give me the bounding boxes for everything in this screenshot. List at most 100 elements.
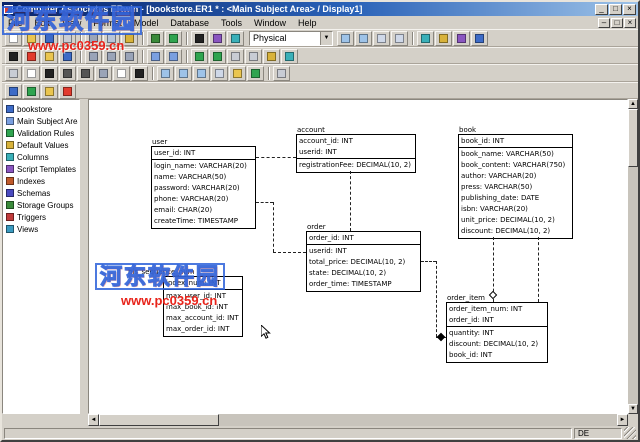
menu-edit[interactable]: Edit (29, 18, 57, 28)
tree-item-default-values[interactable]: Default Values (4, 139, 78, 151)
relationship-line-order_item-book[interactable] (538, 237, 539, 302)
scroll-down-icon[interactable]: ▼ (628, 404, 638, 414)
chevron-down-icon[interactable]: ▼ (320, 32, 332, 45)
entity-tool-button[interactable] (23, 66, 40, 81)
menu-model[interactable]: Model (128, 18, 165, 28)
tree-item-triggers[interactable]: Triggers (4, 211, 78, 223)
mdi-close-button[interactable]: × (624, 18, 636, 28)
mdi-minimize-button[interactable]: – (598, 18, 610, 28)
menu-database[interactable]: Database (164, 18, 215, 28)
font-button[interactable] (5, 49, 22, 64)
pan-tool-button[interactable] (229, 66, 246, 81)
model-explorer-button[interactable] (417, 31, 434, 46)
relationship-line-order-user[interactable] (273, 202, 274, 252)
entity-book[interactable]: bookbook_id: INTbook_name: VARCHAR(50)bo… (458, 134, 573, 239)
scroll-right-icon[interactable]: ► (617, 414, 628, 426)
zoom-in-tool-button[interactable] (157, 66, 174, 81)
title-bar[interactable]: Computer Associates ERwin - [bookstore.E… (2, 2, 638, 16)
tree-item-columns[interactable]: Columns (4, 151, 78, 163)
select-tool-button[interactable] (5, 66, 22, 81)
entity-account[interactable]: accountaccount_id: INTuserid: INTregistr… (296, 134, 416, 173)
horizontal-scrollbar[interactable]: ◄ ► (88, 414, 628, 426)
validation-browser-button[interactable] (59, 84, 76, 99)
cut-button[interactable] (85, 31, 102, 46)
tree-item-schemas[interactable]: Schemas (4, 187, 78, 199)
snap-to-grid-button[interactable] (245, 49, 262, 64)
zoom-in-button[interactable] (337, 31, 354, 46)
scroll-left-icon[interactable]: ◄ (88, 414, 99, 426)
bring-to-front-button[interactable] (147, 49, 164, 64)
spell-check-button[interactable] (191, 31, 208, 46)
identifying-relationship-tool-button[interactable] (59, 66, 76, 81)
menu-help[interactable]: Help (292, 18, 323, 28)
overview-window-button[interactable] (247, 66, 264, 81)
menu-window[interactable]: Window (248, 18, 292, 28)
text-color-button[interactable] (23, 49, 40, 64)
group-button[interactable] (191, 49, 208, 64)
entity-order_item[interactable]: order_itemorder_item_num: INTorder_id: I… (446, 302, 548, 363)
menu-view[interactable]: View (56, 18, 87, 28)
align-left-button[interactable] (85, 49, 102, 64)
maximize-button[interactable]: □ (609, 4, 622, 15)
relationship-line-order-account[interactable] (350, 171, 351, 231)
menu-file[interactable]: File (2, 18, 29, 28)
relationship-line-order-user[interactable] (273, 252, 306, 253)
zoom-100-button[interactable] (373, 31, 390, 46)
horizontal-scroll-thumb[interactable] (99, 414, 219, 426)
vertical-scroll-thumb[interactable] (628, 109, 638, 167)
auto-layout-button[interactable] (263, 49, 280, 64)
menu-tools[interactable]: Tools (215, 18, 248, 28)
scroll-up-icon[interactable]: ▲ (628, 99, 638, 109)
resize-grip[interactable] (624, 427, 636, 439)
open-button[interactable] (23, 31, 40, 46)
tree-item-bookstore[interactable]: bookstore (4, 103, 78, 115)
tree-item-views[interactable]: Views (4, 223, 78, 235)
minimize-button[interactable]: _ (595, 4, 608, 15)
diagram-canvas[interactable]: 河东软件园 www.pc0359.cn useruser_id: INTlogi… (88, 99, 628, 414)
tree-item-validation-rules[interactable]: Validation Rules (4, 127, 78, 139)
panel-splitter[interactable] (80, 99, 88, 414)
send-to-back-button[interactable] (165, 49, 182, 64)
report-button[interactable] (453, 31, 470, 46)
menu-format[interactable]: Format (87, 18, 128, 28)
options-button[interactable] (273, 66, 290, 81)
text-tool-button[interactable] (131, 66, 148, 81)
print-button[interactable] (59, 31, 76, 46)
zoom-area-tool-button[interactable] (193, 66, 210, 81)
stored-display-button[interactable] (281, 49, 298, 64)
relationship-line-order_item-order[interactable] (436, 261, 437, 337)
grid-button[interactable] (227, 49, 244, 64)
model-explorer-panel[interactable]: bookstoreMain Subject AreaValidation Rul… (2, 99, 80, 414)
relationship-line-order-user[interactable] (256, 202, 273, 203)
line-tool-button[interactable] (95, 66, 112, 81)
tree-item-storage-groups[interactable]: Storage Groups (4, 199, 78, 211)
fit-model-button[interactable] (391, 31, 408, 46)
tree-item-script-templates[interactable]: Script Templates (4, 163, 78, 175)
zoom-out-button[interactable] (355, 31, 372, 46)
fit-window-button[interactable] (211, 66, 228, 81)
redo-button[interactable] (165, 31, 182, 46)
fill-color-button[interactable] (41, 49, 58, 64)
many-to-many-tool-button[interactable] (77, 66, 94, 81)
model-explorer-toggle-button[interactable] (5, 84, 22, 99)
copy-button[interactable] (103, 31, 120, 46)
model-type-combo[interactable]: Physical▼ (249, 31, 333, 46)
close-button[interactable]: × (623, 4, 636, 15)
relationship-line-account-user[interactable] (256, 157, 296, 158)
complete-compare-button[interactable] (227, 31, 244, 46)
vertical-scrollbar[interactable]: ▲ ▼ (628, 99, 638, 414)
zoom-out-tool-button[interactable] (175, 66, 192, 81)
paste-button[interactable] (121, 31, 138, 46)
tree-item-indexes[interactable]: Indexes (4, 175, 78, 187)
align-right-button[interactable] (121, 49, 138, 64)
subject-area-browser-button[interactable] (41, 84, 58, 99)
entity-user[interactable]: useruser_id: INTlogin_name: VARCHAR(20)n… (151, 146, 256, 229)
entity-order[interactable]: orderorder_id: INTuserid: INTtotal_price… (306, 231, 421, 292)
line-color-button[interactable] (59, 49, 76, 64)
ungroup-button[interactable] (209, 49, 226, 64)
rectangle-tool-button[interactable] (113, 66, 130, 81)
action-log-button[interactable] (435, 31, 452, 46)
domain-browser-button[interactable] (23, 84, 40, 99)
entity-his_sequence_num[interactable]: his_sequence_numindex_num: INTmax_user_i… (163, 276, 243, 337)
report-browser-button[interactable] (209, 31, 226, 46)
